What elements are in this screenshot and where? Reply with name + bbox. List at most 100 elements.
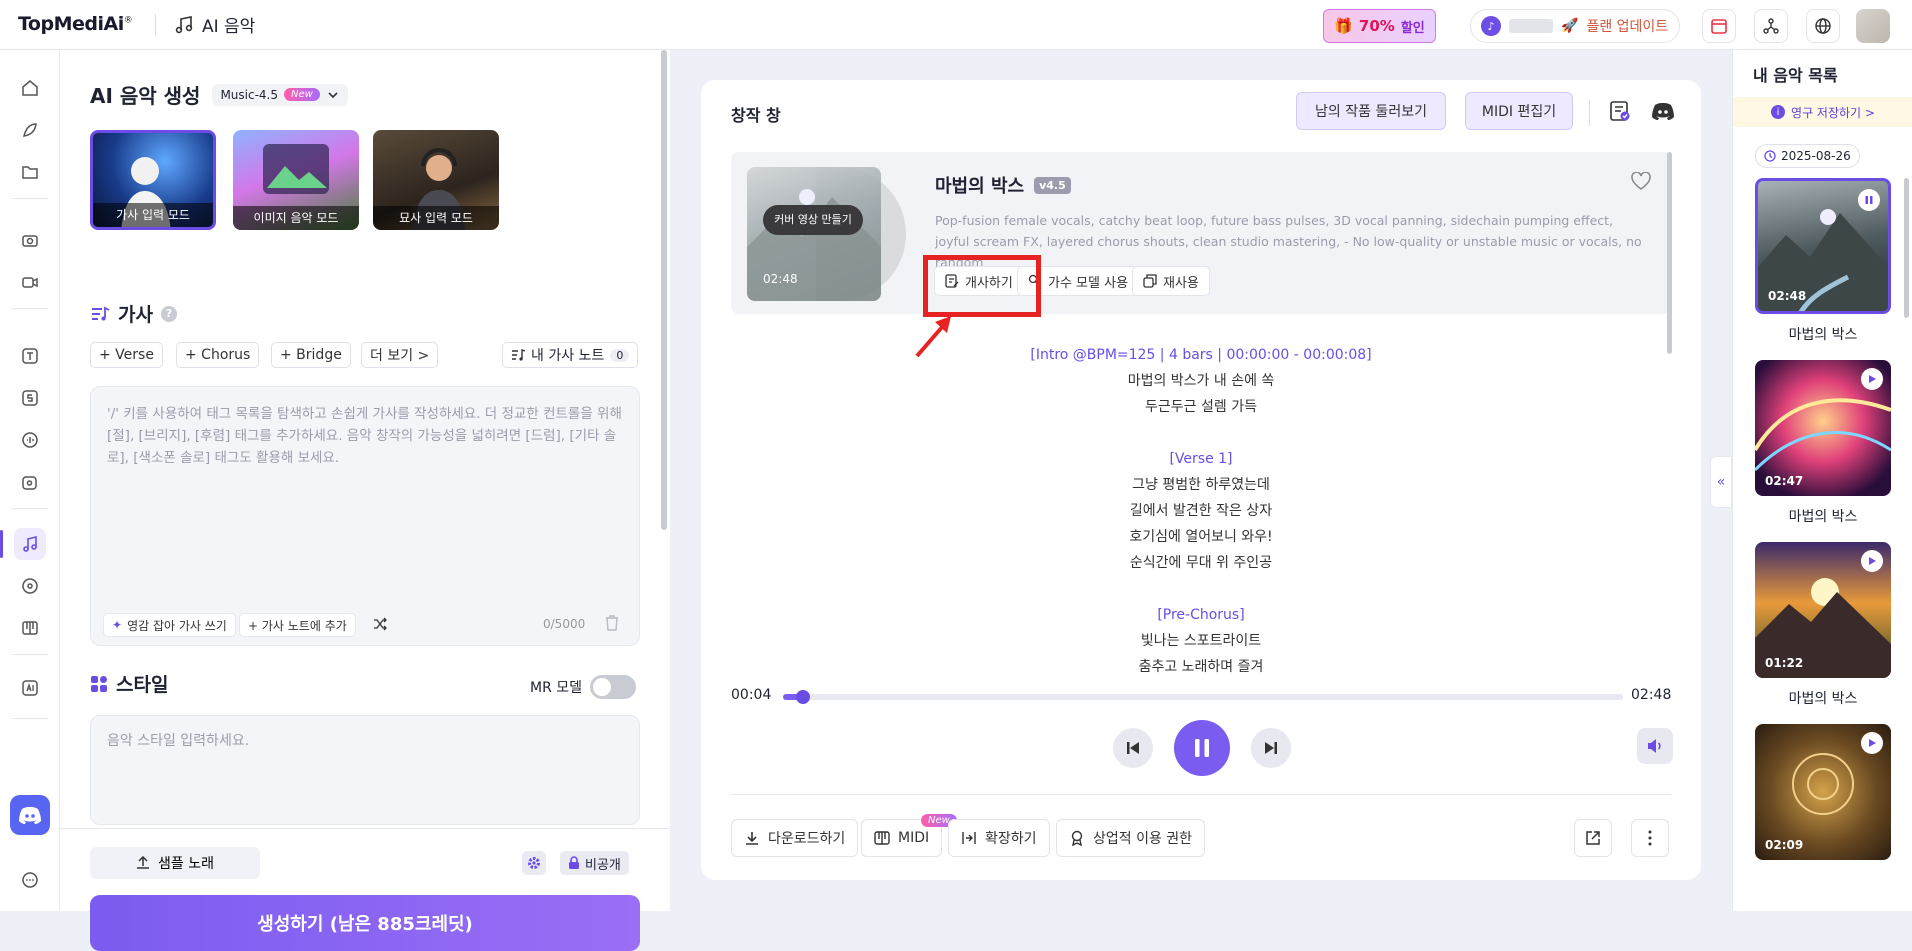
previous-icon[interactable] — [1113, 728, 1153, 768]
user-avatar[interactable] — [1856, 9, 1890, 43]
my-notes-count: 0 — [610, 348, 630, 362]
upload-icon — [136, 856, 150, 870]
lyrics-gap — [901, 420, 1501, 446]
home-icon[interactable] — [14, 72, 46, 104]
camera-ai-icon[interactable] — [14, 224, 46, 256]
trash-icon[interactable] — [605, 615, 619, 631]
download-button[interactable]: 다운로드하기 — [731, 819, 859, 857]
explore-icon[interactable] — [14, 114, 46, 146]
more-icon[interactable] — [1631, 819, 1669, 857]
account-pill[interactable]: ♪ 🚀 플랜 업데이트 — [1470, 9, 1680, 43]
play-icon[interactable] — [1861, 550, 1883, 572]
tag-verse-button[interactable]: + Verse — [90, 342, 163, 368]
char-counter: 0/5000 — [543, 617, 586, 631]
lyrics-icon — [90, 305, 110, 323]
song-card: 커버 영상 만들기 02:48 마법의 박스 v4.5 Pop-fusion f… — [731, 152, 1671, 314]
mode-lyrics[interactable]: 가사 입력 모드 — [90, 130, 216, 230]
shuffle-icon[interactable] — [373, 617, 387, 631]
my-music-title: 내 음악 목록 — [1753, 66, 1838, 85]
next-icon[interactable] — [1251, 728, 1291, 768]
volume-icon[interactable] — [1637, 728, 1673, 764]
song-thumbnail[interactable]: 02:09 — [1755, 724, 1891, 860]
private-label: 비공개 — [585, 857, 621, 873]
play-icon[interactable] — [1861, 732, 1883, 754]
piano-icon[interactable] — [14, 612, 46, 644]
tag-bridge-button[interactable]: + Bridge — [271, 342, 351, 368]
reuse-button[interactable]: 재사용 — [1132, 266, 1210, 296]
inspire-lyrics-button[interactable]: ✦ 영감 잡아 가사 쓰기 — [103, 613, 236, 637]
globe-icon[interactable] — [1806, 9, 1840, 43]
lyrics-line: 순식간에 무대 위 주인공 — [1129, 555, 1273, 571]
logo-text: TopMediAi — [18, 13, 124, 35]
external-link-icon[interactable] — [1574, 819, 1612, 857]
song-name: 마법의 박스 — [1788, 327, 1858, 343]
divider — [12, 308, 48, 309]
award-icon — [1069, 830, 1085, 846]
song-thumbnail[interactable]: 02:47 — [1755, 360, 1891, 496]
help-icon[interactable]: ? — [160, 305, 177, 322]
mr-model-toggle[interactable] — [590, 675, 637, 699]
my-lyrics-notes-button[interactable]: 내 가사 노트 0 — [502, 342, 639, 368]
progress-handle[interactable] — [796, 690, 811, 704]
new-badge: New — [284, 88, 320, 101]
song-title: 마법의 박스 v4.5 — [935, 172, 1071, 198]
mode-description[interactable]: 묘사 입력 모드 — [373, 130, 499, 230]
model-select[interactable]: Music-4.5 New — [212, 83, 348, 106]
sparkle-icon: ✦ — [112, 618, 123, 632]
text-to-speech-icon[interactable] — [14, 340, 46, 372]
add-to-notes-button[interactable]: + 가사 노트에 추가 — [239, 613, 356, 637]
gear-icon[interactable] — [522, 851, 546, 875]
video-icon[interactable] — [14, 266, 46, 298]
heart-icon[interactable] — [1631, 172, 1651, 190]
ai-music-icon[interactable] — [0, 528, 46, 560]
scrollbar[interactable] — [661, 50, 667, 530]
my-notes-label: 내 가사 노트 — [531, 348, 605, 364]
extend-button[interactable]: 확장하기 — [948, 819, 1050, 857]
lyrics-line: 호기심에 열어보니 와우! — [1129, 529, 1273, 545]
discord-icon[interactable] — [10, 795, 50, 835]
promo-banner[interactable]: 🎁 70% 할인 — [1323, 9, 1436, 43]
progress-slider[interactable] — [783, 690, 1623, 704]
lyrics-section: [Verse 1] — [1169, 451, 1233, 467]
play-icon[interactable] — [1861, 368, 1883, 390]
disc-icon[interactable] — [14, 570, 46, 602]
checklist-icon[interactable] — [1609, 100, 1631, 122]
pause-icon[interactable] — [1174, 720, 1230, 776]
scrollbar[interactable] — [1904, 178, 1909, 318]
permanent-save-link[interactable]: i 영구 저장하기 > — [1733, 97, 1912, 127]
total-time: 02:48 — [1631, 687, 1672, 703]
panel-title-text: AI 음악 생성 — [90, 84, 201, 108]
mode-image[interactable]: 이미지 음악 모드 — [233, 130, 359, 230]
scrollbar[interactable] — [1667, 152, 1672, 354]
private-toggle[interactable]: 비공개 — [560, 851, 629, 875]
style-input[interactable]: 음악 스타일 입력하세요. — [90, 715, 640, 825]
calendar-icon[interactable] — [1702, 9, 1736, 43]
lyrics-section: [Pre-Chorus] — [1157, 607, 1245, 623]
midi-editor-button[interactable]: MIDI 편집기 — [1465, 92, 1573, 130]
ai-tools-icon[interactable] — [14, 672, 46, 704]
lyrics-line: 길에서 발견한 작은 상자 — [1129, 503, 1273, 519]
tag-more-button[interactable]: 더 보기 > — [361, 342, 439, 368]
share-network-icon[interactable] — [1754, 9, 1788, 43]
audio-tool-icon[interactable] — [14, 466, 46, 498]
discord-icon[interactable] — [1651, 102, 1675, 120]
pause-icon[interactable] — [1858, 189, 1880, 211]
generate-button[interactable]: 생성하기 (남은 885크레딧) — [90, 895, 640, 951]
sound-effect-icon[interactable] — [14, 382, 46, 414]
tag-chorus-button[interactable]: + Chorus — [176, 342, 260, 368]
sample-song-button[interactable]: 샘플 노래 — [90, 847, 260, 879]
upgrade-link[interactable]: 플랜 업데이트 — [1586, 16, 1668, 36]
lyrics-input[interactable]: '/' 키를 사용하여 태그 목록을 탐색하고 손쉽게 가사를 작성하세요. 더… — [90, 386, 640, 646]
chat-icon[interactable] — [14, 864, 46, 896]
logo[interactable]: TopMediAi® — [18, 13, 133, 35]
browse-others-button[interactable]: 남의 작품 둘러보기 — [1296, 92, 1446, 130]
voice-changer-icon[interactable] — [14, 424, 46, 456]
collapse-double-chevron-icon[interactable]: « — [1710, 456, 1732, 508]
folder-icon[interactable] — [14, 156, 46, 188]
cover-video-button[interactable]: 커버 영상 만들기 — [763, 205, 863, 235]
lyrics-section-title: 가사 ? — [90, 300, 177, 327]
commercial-license-button[interactable]: 상업적 이용 권한 — [1056, 819, 1206, 857]
song-thumbnail[interactable]: 02:48 — [1755, 178, 1891, 314]
mode-label: 가사 입력 모드 — [93, 203, 213, 227]
song-thumbnail[interactable]: 01:22 — [1755, 542, 1891, 678]
